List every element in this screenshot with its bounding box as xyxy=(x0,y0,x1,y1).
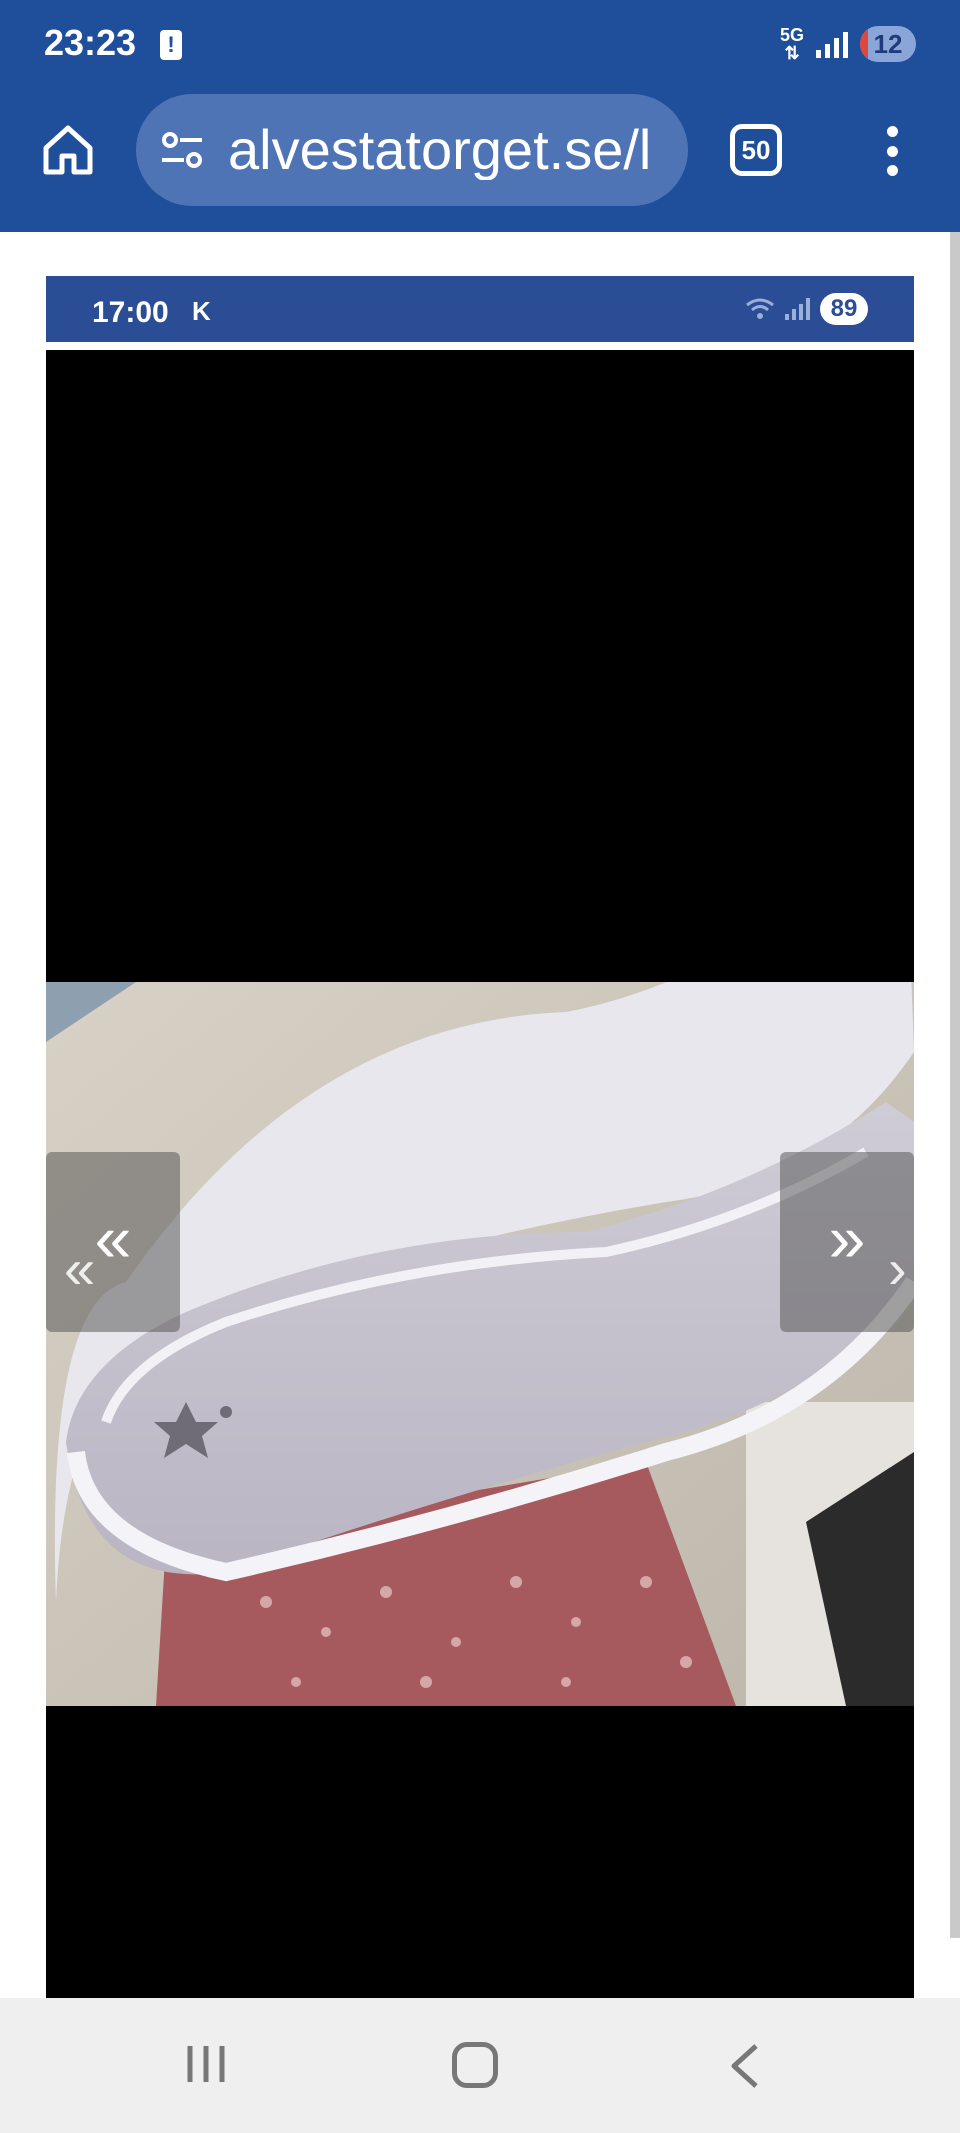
embedded-status-indicators: 89 xyxy=(745,292,868,326)
listing-image: 17:00 K 89 « » « › xyxy=(46,276,914,1998)
network-type: 5G ⇅ xyxy=(780,26,804,62)
battery-low-fill xyxy=(860,26,868,62)
scrollbar[interactable] xyxy=(950,232,960,1938)
data-arrows-icon: ⇅ xyxy=(784,43,800,63)
network-label: 5G xyxy=(779,25,804,45)
status-time: 23:23 xyxy=(44,22,137,63)
tab-switcher-button[interactable]: 50 xyxy=(730,124,782,176)
tune-icon[interactable] xyxy=(160,128,204,172)
wifi-icon xyxy=(746,298,774,319)
signal-icon xyxy=(816,30,848,58)
system-nav-bar xyxy=(0,1998,960,2133)
home-circle-icon[interactable] xyxy=(452,2042,498,2088)
embedded-indicator: K xyxy=(192,296,211,326)
embedded-next-arrow: › xyxy=(888,1237,907,1300)
status-indicators: 5G ⇅ 12 xyxy=(780,24,916,64)
embedded-time: 17:00 xyxy=(92,296,169,329)
embedded-signal-icon xyxy=(785,298,810,320)
url-text[interactable]: alvestatorget.se/l xyxy=(228,120,668,180)
recents-icon[interactable] xyxy=(184,2044,228,2084)
back-icon[interactable] xyxy=(726,2042,762,2090)
address-bar[interactable]: alvestatorget.se/l xyxy=(136,94,688,206)
battery-indicator: 12 xyxy=(860,26,916,62)
embedded-divider xyxy=(46,342,914,350)
battery-level: 12 xyxy=(873,29,903,59)
more-vert-icon[interactable] xyxy=(874,126,910,176)
home-icon[interactable] xyxy=(40,122,96,178)
phone-screen: 23:23 ! 5G ⇅ 12 alvestatorget.se/l 50 17… xyxy=(0,0,960,2133)
embedded-battery: 89 xyxy=(820,293,868,325)
embedded-prev-arrow: « xyxy=(64,1237,96,1300)
bathtub-photo xyxy=(46,982,914,1706)
battery-alert-icon: ! xyxy=(160,30,182,60)
browser-chrome: 23:23 ! 5G ⇅ 12 alvestatorget.se/l 50 xyxy=(0,0,960,232)
embedded-status-bar: 17:00 K 89 xyxy=(46,276,914,342)
